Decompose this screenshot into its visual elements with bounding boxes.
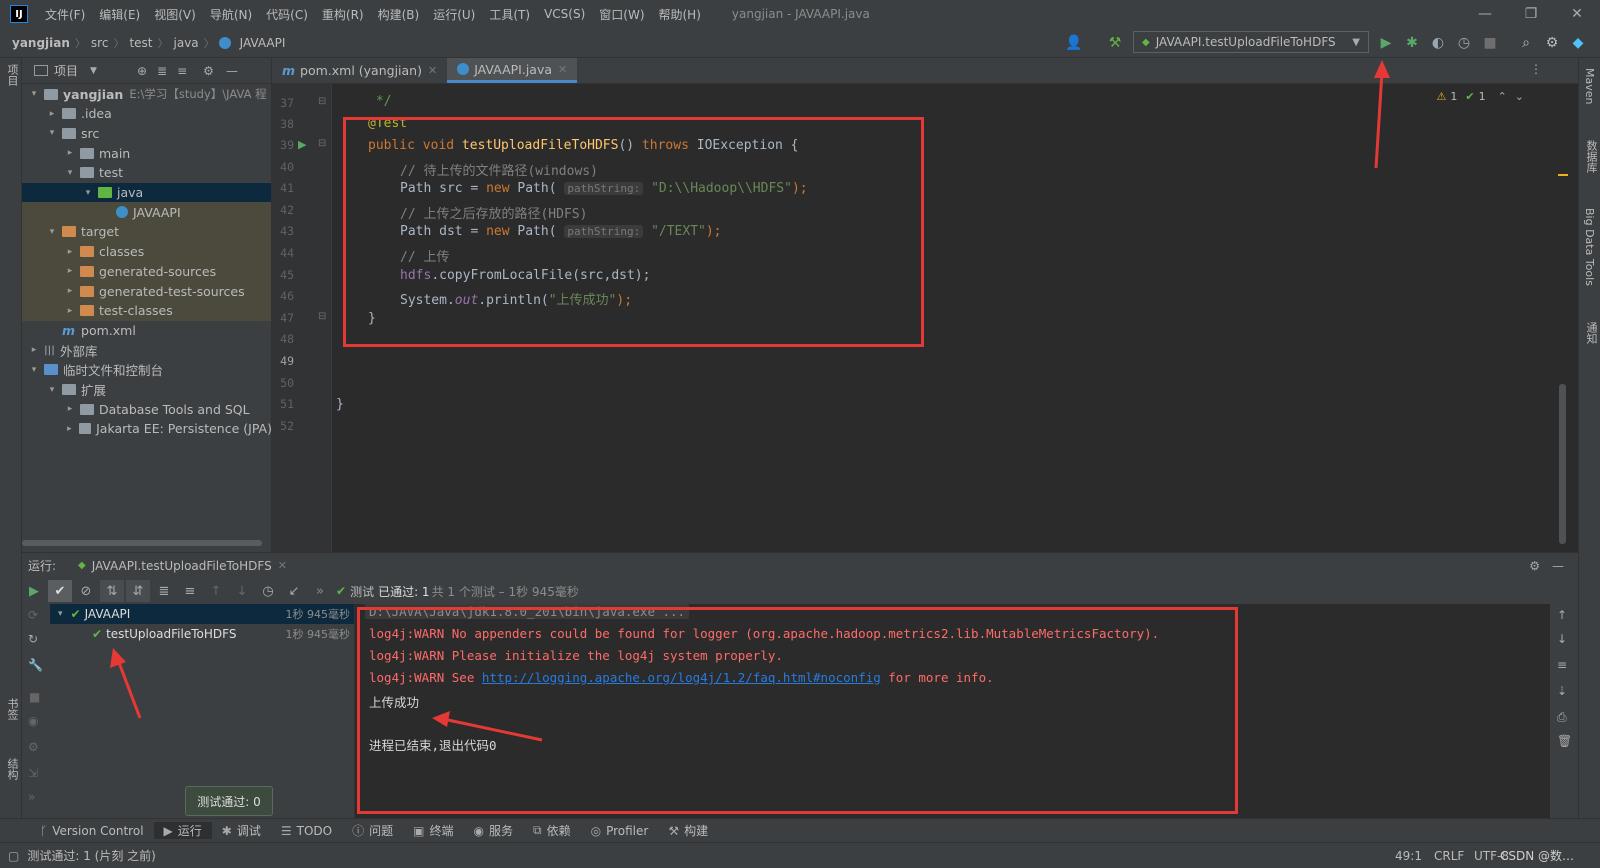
layout-icon[interactable]: ▢ (8, 849, 19, 863)
list-icon: ☰ (280, 823, 292, 838)
cursor-position[interactable]: 49:1 (1395, 849, 1422, 863)
watermark: CSDN @数… (1500, 849, 1575, 863)
tab-run[interactable]: ▶ 运行 (153, 822, 212, 839)
test-passed-tooltip: 测试通过: 0 (185, 786, 273, 816)
arrowhead (432, 711, 450, 727)
dependencies-icon: ⧉ (532, 823, 542, 837)
hammer-icon: ⚒ (668, 823, 680, 838)
debug-icon: ✱ (221, 823, 232, 838)
terminal-icon: ▣ (413, 823, 425, 838)
tab-debug[interactable]: ✱ 调试 (212, 822, 271, 839)
annotation-arrows (110, 60, 1390, 742)
tab-profiler[interactable]: ◎ Profiler (581, 824, 659, 838)
tab-version-control[interactable]: ᚴ Version Control (30, 824, 154, 838)
arrow-to-run-button (1374, 71, 1384, 169)
branch-icon: ᚴ (40, 823, 48, 838)
tab-problems[interactable]: ⓘ 问题 (342, 822, 403, 839)
status-bar: ▢ 测试通过: 1 (片刻 之前) 49:1 CRLF UTF-8 CSDN @… (0, 842, 1600, 868)
arrow-to-success-output (447, 718, 543, 742)
arrowhead (1374, 60, 1390, 78)
run-icon: ▶ (163, 823, 173, 838)
status-message[interactable]: 测试通过: 1 (片刻 之前) (27, 847, 156, 864)
tool-window-tabs: ᚴ Version Control ▶ 运行 ✱ 调试 ☰ TODO ⓘ 问题 ▣ 终端 ◉… (0, 818, 1600, 842)
tab-dependencies[interactable]: ⧉ 依赖 (523, 822, 581, 839)
profiler-icon: ◎ (590, 823, 602, 838)
tab-build[interactable]: ⚒ 构建 (658, 822, 718, 839)
tab-services[interactable]: ◉ 服务 (463, 822, 523, 839)
tab-terminal[interactable]: ▣ 终端 (403, 822, 463, 839)
tab-todo[interactable]: ☰ TODO (271, 824, 342, 838)
arrowhead (110, 648, 126, 668)
services-icon: ◉ (473, 823, 484, 838)
line-separator[interactable]: CRLF (1434, 849, 1464, 863)
arrow-to-test-result (116, 659, 142, 719)
info-icon: ⓘ (352, 824, 365, 838)
